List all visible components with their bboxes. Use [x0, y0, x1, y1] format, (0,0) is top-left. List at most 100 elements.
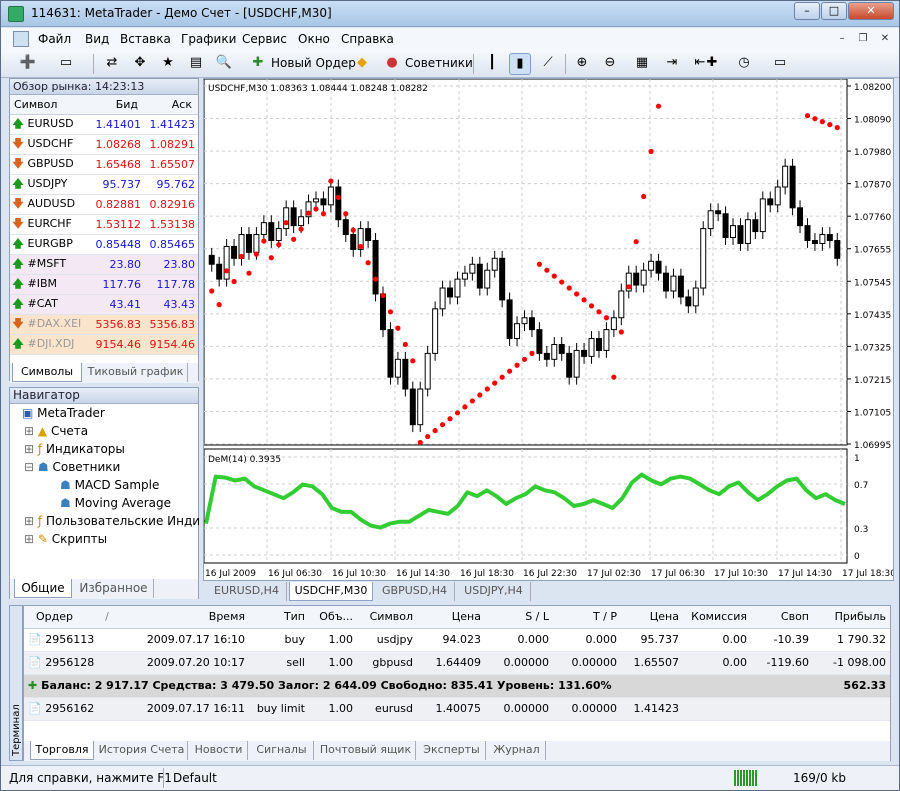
market-watch-row[interactable]: 🡅 EURUSD 1.41401 1.41423 — [10, 114, 198, 135]
tab-symbols[interactable]: Символы — [12, 363, 82, 382]
col-tp[interactable]: T / P — [553, 606, 621, 629]
tab-common[interactable]: Общие — [14, 579, 72, 598]
tab-signals[interactable]: Сигналы — [250, 741, 314, 760]
menu-tools[interactable]: Сервис — [242, 32, 287, 46]
swap: -10.39 — [751, 628, 813, 652]
nav-root[interactable]: ▣ MetaTrader — [22, 406, 105, 420]
new-order-button[interactable]: Новый Ордер — [271, 56, 356, 70]
chart-tab-usdchf[interactable]: USDCHF,M30 — [289, 582, 373, 601]
new-order-icon[interactable]: ✚ — [247, 53, 269, 75]
chart-tab-eurusd[interactable]: EURUSD,H4 — [207, 582, 287, 601]
col-symbol[interactable]: Символ — [10, 95, 90, 115]
auto-scroll-icon[interactable]: ⇥ — [661, 53, 683, 75]
chart-canvas[interactable]: 1.08200 1.08090 1.07980 1.07870 1.07760 1.076… — [203, 13, 896, 580]
candle-body — [290, 207, 297, 227]
tile-windows-icon[interactable]: ▦ — [631, 53, 653, 75]
menu-file[interactable]: Файл — [38, 32, 71, 46]
market-watch-row[interactable]: 🡅 #IBM 117.76 117.78 — [10, 274, 198, 295]
tab-favorites[interactable]: Избранное — [74, 579, 154, 598]
minimize-button[interactable]: – — [794, 2, 820, 20]
bid-value: 43.41 — [90, 294, 144, 315]
indicators-icon[interactable]: ✚ — [701, 53, 723, 75]
col-time[interactable]: Время — [119, 606, 249, 629]
nav-custom-indicators[interactable]: ⊞ ƒ Пользовательские Инди — [24, 514, 200, 528]
tab-mailbox[interactable]: Почтовый ящик — [316, 741, 416, 760]
col-bid[interactable]: Бид — [90, 95, 144, 115]
col-ask[interactable]: Аск — [144, 95, 198, 115]
tab-account-history[interactable]: История Счета — [96, 741, 188, 760]
col-current-price[interactable]: Цена — [621, 606, 683, 629]
experts-icon[interactable]: ● — [381, 53, 403, 75]
nav-macd-sample[interactable]: ☗ MACD Sample — [60, 478, 159, 492]
market-watch-row[interactable]: 🡇 EURCHF 1.53112 1.53138 — [10, 214, 198, 235]
col-price[interactable]: Цена — [417, 606, 485, 629]
tab-experts[interactable]: Эксперты — [418, 741, 486, 760]
chart-window[interactable]: 1.08200 1.08090 1.07980 1.07870 1.07760 1.076… — [203, 13, 896, 581]
sar-dot — [238, 253, 245, 260]
data-window-icon[interactable]: ✥ — [129, 53, 151, 75]
experts-button[interactable]: Советники — [405, 56, 473, 70]
market-watch-row[interactable]: 🡇 GBPUSD 1.65468 1.65507 — [10, 154, 198, 175]
position-row[interactable]: 📄 2956128 2009.07.20 10:17 sell 1.00 gbpusd 1… — [24, 651, 890, 675]
sar-dot — [305, 210, 312, 216]
market-watch-row[interactable]: 🡇 USDCHF 1.08268 1.08291 — [10, 134, 198, 155]
col-profit[interactable]: Прибыль — [813, 606, 890, 629]
chart-tab-gbpusd[interactable]: GBPUSD,H4 — [375, 582, 455, 601]
periods-icon[interactable]: ◷ — [733, 53, 755, 75]
pending-order-row[interactable]: 📄 2956162 2009.07.17 16:11 buy limit 1.00 eu… — [24, 697, 890, 721]
metaeditor-icon[interactable]: ◆ — [351, 53, 373, 75]
line-chart-icon[interactable]: ⟋ — [537, 53, 559, 75]
sar-dot — [417, 439, 423, 446]
market-watch-row[interactable]: 🡅 #MSFT 23.80 23.80 — [10, 254, 198, 275]
maximize-button[interactable]: □ — [821, 2, 847, 20]
mdi-close-button[interactable]: ✕ — [877, 32, 893, 46]
market-watch-row[interactable]: 🡇 AUDUSD 0.82881 0.82916 — [10, 194, 198, 215]
templates-icon[interactable]: ▭ — [769, 53, 791, 75]
candlestick-icon[interactable]: ▮ — [509, 53, 531, 75]
col-sl[interactable]: S / L — [485, 606, 553, 629]
nav-moving-average[interactable]: ☗ Moving Average — [60, 496, 171, 510]
close-button[interactable]: ✕ — [848, 2, 894, 20]
menu-insert[interactable]: Вставка — [120, 32, 171, 46]
strategy-tester-icon[interactable]: 🔍 — [213, 53, 235, 75]
col-symbol[interactable]: Символ — [357, 606, 417, 629]
menu-view[interactable]: Вид — [85, 32, 109, 46]
col-swap[interactable]: Своп — [751, 606, 813, 629]
mdi-minimize-button[interactable]: – — [834, 32, 850, 46]
zoom-in-icon[interactable]: ⊕ — [571, 53, 593, 75]
col-type[interactable]: Тип — [249, 606, 309, 629]
col-commission[interactable]: Комиссия — [683, 606, 751, 629]
col-volume[interactable]: Объ... — [309, 606, 357, 629]
time-tick-label: 17 Jul 02:30 — [587, 569, 641, 579]
nav-indicators[interactable]: ⊞ ƒ Индикаторы — [24, 442, 125, 456]
menu-charts[interactable]: Графики — [181, 32, 236, 46]
market-watch-icon[interactable]: ⇄ — [101, 53, 123, 75]
sar-dot — [588, 303, 595, 309]
market-watch-row[interactable]: 🡅 #CAT 43.41 43.43 — [10, 294, 198, 315]
zoom-out-icon[interactable]: ⊖ — [599, 53, 621, 75]
candle-body — [670, 275, 677, 292]
tab-trade[interactable]: Торговля — [30, 741, 94, 760]
chart-tab-usdjpy[interactable]: USDJPY,H4 — [457, 582, 531, 601]
mdi-restore-button[interactable]: ❐ — [855, 32, 871, 46]
market-watch-row[interactable]: 🡅 #DJI.XDJ 9154.46 9154.46 — [10, 334, 198, 355]
nav-scripts[interactable]: ⊞ ✎ Скрипты — [24, 532, 107, 546]
market-watch-row[interactable]: 🡅 USDJPY 95.737 95.762 — [10, 174, 198, 195]
nav-experts[interactable]: ⊟ ☗ Советники — [24, 460, 120, 474]
new-chart-icon[interactable]: ➕ — [17, 53, 39, 75]
col-order[interactable]: Ордер — [24, 606, 99, 629]
ask-value: 1.53138 — [144, 214, 198, 235]
profiles-icon[interactable]: ▭ — [55, 53, 77, 75]
menu-window[interactable]: Окно — [298, 32, 330, 46]
navigator-icon[interactable]: ★ — [157, 53, 179, 75]
position-row[interactable]: 📄 2956113 2009.07.17 16:10 buy 1.00 usdjpy 94… — [24, 628, 890, 652]
tab-news[interactable]: Новости — [190, 741, 248, 760]
menu-help[interactable]: Справка — [341, 32, 394, 46]
tab-tick-chart[interactable]: Тиковый график — [84, 363, 188, 382]
market-watch-row[interactable]: 🡇 #DAX.XEI 5356.83 5356.83 — [10, 314, 198, 335]
tab-journal[interactable]: Журнал — [488, 741, 546, 760]
market-watch-row[interactable]: 🡅 EURGBP 0.85448 0.85465 — [10, 234, 198, 255]
terminal-icon[interactable]: ▤ — [185, 53, 207, 75]
bar-chart-icon[interactable]: ┃ — [481, 53, 503, 75]
nav-accounts[interactable]: ⊞ ▲ Счета — [24, 424, 88, 438]
